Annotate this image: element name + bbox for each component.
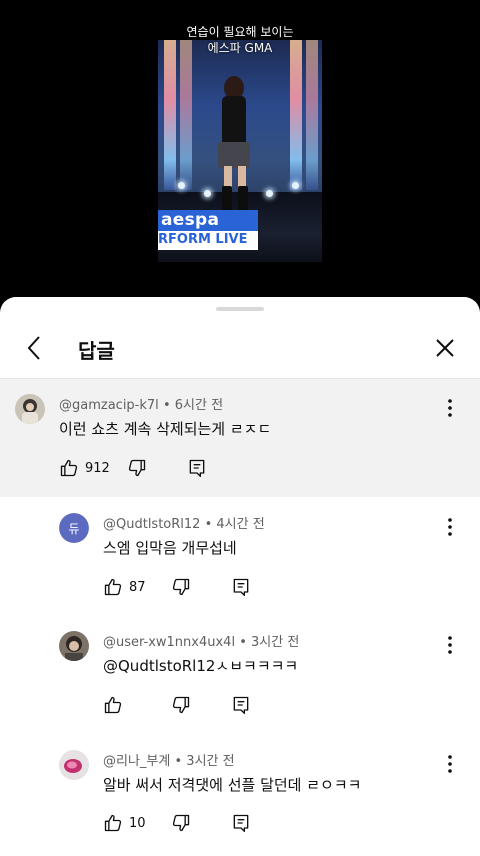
thumbs-up-icon [104, 696, 122, 714]
video-frame[interactable]: aespa RFORM LIVE [158, 40, 322, 262]
dislike-button[interactable] [127, 456, 147, 480]
comment-author[interactable]: @리나_부계 [103, 754, 170, 769]
reply-comment: @리나_부계 • 3시간 전 알바 써서 저격댓에 선플 달던데 ㄹㅇㅋㅋ 10 [0, 745, 480, 856]
comment-actions: 87 [103, 575, 303, 599]
thumbs-up-icon [104, 814, 122, 832]
stage-light [266, 190, 273, 197]
thumbs-down-icon [172, 696, 190, 714]
comment-text: 이런 쇼츠 계속 삭제되는게 ㄹㅈㄷ [59, 420, 272, 438]
comment-actions [103, 693, 303, 717]
more-vertical-icon [448, 636, 452, 654]
comment-meta: @리나_부계 • 3시간 전 [103, 750, 235, 769]
avatar-image [59, 631, 89, 661]
comment-actions: 10 [103, 811, 303, 835]
meta-separator: • [162, 398, 171, 413]
comment-text: @QudtlstoRl12ㅅㅂㅋㅋㅋㅋ [103, 657, 299, 675]
performer-body [222, 96, 246, 146]
comment-author[interactable]: @gamzacip-k7l [59, 398, 159, 413]
replies-panel: 답글 @gamzacip-k7l • 6시간 전 이런 쇼츠 계속 삭제되는게 … [0, 297, 480, 856]
comment-author[interactable]: @user-xw1nnx4ux4l [103, 635, 235, 650]
meta-separator: • [239, 635, 247, 650]
more-options-button[interactable] [440, 752, 460, 776]
comment-time[interactable]: 6시간 전 [175, 398, 223, 413]
avatar[interactable] [59, 750, 89, 780]
like-button[interactable]: 87 [103, 575, 146, 599]
more-vertical-icon [448, 755, 452, 773]
reply-comment-icon [233, 814, 249, 832]
stage-light [292, 182, 299, 189]
comment-text: 스엠 입막음 개무섭네 [103, 539, 237, 557]
more-vertical-icon [448, 518, 452, 536]
caption-line-1: 연습이 필요해 보이는 [186, 25, 294, 39]
panel-header: 답글 [0, 321, 480, 379]
avatar-image [59, 750, 89, 780]
parent-comment: @gamzacip-k7l • 6시간 전 이런 쇼츠 계속 삭제되는게 ㄹㅈㄷ… [0, 379, 480, 497]
comment-author[interactable]: @QudtlstoRl12 [103, 517, 200, 532]
comment-time[interactable]: 4시간 전 [216, 517, 264, 532]
reply-button[interactable] [231, 575, 251, 599]
like-count: 87 [129, 579, 146, 595]
reply-comment-icon [233, 696, 249, 714]
reply-button[interactable] [187, 456, 207, 480]
like-button[interactable]: 10 [103, 811, 146, 835]
avatar-image [15, 394, 45, 424]
video-player[interactable]: 연습이 필요해 보이는 에스파 GMA aespa RFORM LIVE [0, 0, 480, 300]
avatar[interactable]: 듀 [59, 513, 89, 543]
comment-actions: 912 [59, 456, 259, 480]
comment-meta: @user-xw1nnx4ux4l • 3시간 전 [103, 631, 299, 650]
reply-button[interactable] [231, 811, 251, 835]
video-logo-title: aespa [158, 210, 258, 231]
dislike-button[interactable] [171, 811, 191, 835]
comment-meta: @QudtlstoRl12 • 4시간 전 [103, 513, 265, 532]
more-options-button[interactable] [440, 633, 460, 657]
stage-light [178, 182, 185, 189]
like-button[interactable]: 912 [59, 456, 110, 480]
more-vertical-icon [448, 399, 452, 417]
reply-comment-icon [189, 459, 205, 477]
meta-separator: • [174, 754, 183, 769]
thumbs-down-icon [128, 459, 146, 477]
avatar-initial: 듀 [68, 521, 80, 536]
stage-pillar [164, 40, 176, 190]
avatar[interactable] [15, 394, 45, 424]
stage-pillar [306, 40, 318, 190]
stage-pillar [290, 40, 302, 190]
avatar[interactable] [59, 631, 89, 661]
comment-text: 알바 써서 저격댓에 선플 달던데 ㄹㅇㅋㅋ [103, 776, 362, 794]
caption-line-2: 에스파 GMA [207, 41, 273, 55]
chevron-left-icon [27, 336, 40, 360]
comment-time[interactable]: 3시간 전 [186, 754, 234, 769]
comment-meta: @gamzacip-k7l • 6시간 전 [59, 394, 223, 413]
back-button[interactable] [20, 333, 50, 363]
stage-light [204, 190, 211, 197]
stage-pillar [180, 40, 192, 190]
dislike-button[interactable] [171, 693, 191, 717]
reply-comment-icon [233, 578, 249, 596]
meta-separator: • [204, 517, 213, 532]
dislike-button[interactable] [171, 575, 191, 599]
video-logo-subtitle: RFORM LIVE [158, 232, 248, 247]
video-caption: 연습이 필요해 보이는 에스파 GMA [0, 24, 480, 56]
like-count: 912 [85, 460, 110, 476]
panel-title: 답글 [78, 339, 115, 363]
more-options-button[interactable] [440, 515, 460, 539]
thumbs-down-icon [172, 814, 190, 832]
more-options-button[interactable] [440, 396, 460, 420]
thumbs-up-icon [104, 578, 122, 596]
performer-skirt [218, 142, 250, 168]
comment-time[interactable]: 3시간 전 [251, 635, 299, 650]
reply-comment: 듀 @QudtlstoRl12 • 4시간 전 스엠 입막음 개무섭네 87 [0, 507, 480, 617]
like-count: 10 [129, 815, 146, 831]
drag-handle[interactable] [216, 307, 264, 311]
close-icon [436, 339, 454, 357]
thumbs-down-icon [172, 578, 190, 596]
thumbs-up-icon [60, 459, 78, 477]
like-button[interactable] [103, 693, 129, 717]
close-button[interactable] [430, 333, 460, 363]
reply-button[interactable] [231, 693, 251, 717]
reply-comment: @user-xw1nnx4ux4l • 3시간 전 @QudtlstoRl12ㅅ… [0, 627, 480, 737]
